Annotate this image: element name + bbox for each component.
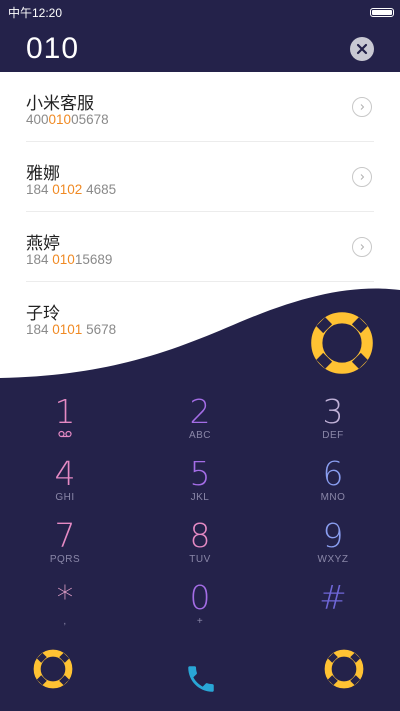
gear-icon [324, 649, 364, 689]
clear-button[interactable] [350, 37, 374, 61]
number-match-highlight: 010 [48, 112, 72, 127]
status-bar: 中午12:20 [0, 0, 400, 24]
floating-action-button[interactable] [307, 308, 377, 383]
key-8[interactable]: 8 TUV [150, 519, 250, 579]
key-digit: 6 [322, 454, 344, 493]
key-letters: JKL [190, 492, 210, 503]
contact-name: 雅娜 [26, 164, 60, 184]
chevron-right-icon [360, 244, 365, 250]
key-letters: TUV [189, 554, 211, 565]
chevron-right-icon [360, 104, 365, 110]
key-7[interactable]: 7 PQRS [15, 519, 115, 579]
voicemail-icon [58, 430, 72, 438]
contact-detail-button[interactable] [352, 97, 372, 117]
key-letters: MNO [320, 492, 346, 503]
number-match-highlight: 010 [52, 252, 75, 267]
key-letters: WXYZ [317, 554, 349, 565]
contact-number: 40001005678 [26, 112, 109, 127]
key-3[interactable]: 3 DEF [283, 395, 383, 455]
key-digit: 3 [322, 392, 344, 431]
gear-icon [311, 312, 373, 374]
key-5[interactable]: 5 JKL [150, 457, 250, 517]
dial-header: 010 [0, 24, 400, 74]
call-button[interactable] [184, 662, 218, 696]
key-digit: 5 [189, 454, 211, 493]
number-match-highlight: 0101 [52, 322, 83, 337]
key-letters: ABC [188, 430, 212, 441]
contact-row[interactable]: 燕婷 184 01015689 [26, 212, 374, 282]
contact-name: 小米客服 [26, 94, 94, 114]
chevron-right-icon [360, 174, 365, 180]
dialed-number-field[interactable]: 010 [26, 32, 79, 66]
key-4[interactable]: 4 GHI [15, 457, 115, 517]
contact-row[interactable]: 雅娜 184 0102 4685 [26, 142, 374, 212]
contact-number: 184 0102 4685 [26, 182, 117, 197]
key-9[interactable]: 9 WXYZ [283, 519, 383, 579]
key-letters: DEF [322, 430, 344, 441]
contact-row[interactable]: 小米客服 40001005678 [26, 72, 374, 142]
key-digit: 2 [189, 392, 211, 431]
key-letters [15, 430, 115, 441]
key-digit: 9 [322, 516, 344, 555]
contact-number: 184 01015689 [26, 252, 113, 267]
contact-name: 子玲 [26, 304, 60, 324]
battery-icon [370, 7, 394, 17]
key-digit: # [319, 578, 347, 617]
phone-icon [188, 666, 214, 692]
bottom-right-button[interactable] [322, 647, 366, 696]
contact-detail-button[interactable] [352, 237, 372, 257]
key-letters: GHI [55, 492, 75, 503]
contact-detail-button[interactable] [352, 167, 372, 187]
close-icon [356, 43, 368, 55]
battery-level [372, 9, 392, 15]
key-digit: 1 [54, 392, 76, 431]
contact-name: 燕婷 [26, 234, 60, 254]
key-digit: 8 [189, 516, 211, 555]
key-star[interactable]: * , [15, 581, 115, 641]
bottom-left-button[interactable] [31, 647, 75, 696]
gear-icon [33, 649, 73, 689]
key-pound[interactable]: # [283, 581, 383, 641]
key-digit: 7 [54, 516, 76, 555]
status-time: 中午12:20 [8, 5, 63, 20]
key-letters: + [196, 616, 204, 627]
key-digit: * [56, 578, 74, 617]
number-match-highlight: 0102 [52, 182, 83, 197]
key-2[interactable]: 2 ABC [150, 395, 250, 455]
key-letters: , [63, 616, 67, 627]
key-digit: 0 [189, 578, 211, 617]
key-1[interactable]: 1 [15, 395, 115, 455]
key-6[interactable]: 6 MNO [283, 457, 383, 517]
contact-number: 184 0101 5678 [26, 322, 117, 337]
key-letters: PQRS [49, 554, 81, 565]
key-0[interactable]: 0 + [150, 581, 250, 641]
key-digit: 4 [54, 454, 76, 493]
